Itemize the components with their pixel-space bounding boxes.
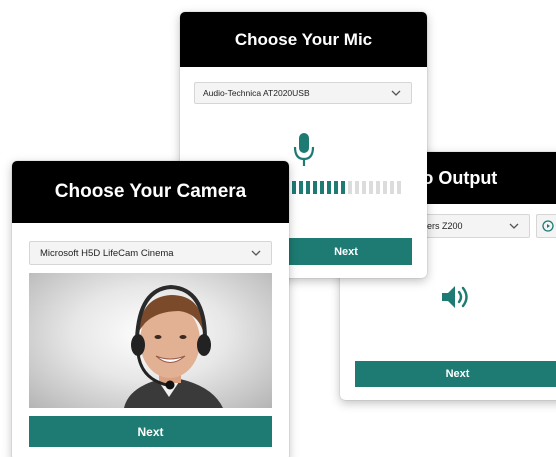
microphone-select-value: Audio-Technica AT2020USB — [203, 88, 310, 98]
chevron-down-icon — [509, 223, 519, 229]
mic-level-bar — [292, 181, 296, 194]
mic-card-title: Choose Your Mic — [180, 12, 427, 67]
mic-level-bar — [383, 181, 387, 194]
camera-card-title: Choose Your Camera — [12, 161, 289, 223]
mic-level-bar — [320, 181, 324, 194]
microphone-select[interactable]: Audio-Technica AT2020USB — [194, 82, 412, 104]
chevron-down-icon — [391, 90, 401, 96]
person-illustration — [124, 284, 223, 408]
audio-next-button[interactable]: Next — [355, 361, 556, 387]
mic-next-button[interactable]: Next — [280, 238, 412, 265]
mic-level-bar — [313, 181, 317, 194]
microphone-icon — [293, 133, 315, 166]
camera-select-value: Microsoft H5D LifeCam Cinema — [40, 247, 174, 259]
chevron-down-icon — [251, 250, 261, 256]
camera-card: Choose Your Camera Microsoft H5D LifeCam… — [12, 161, 289, 457]
mic-level-bar — [334, 181, 338, 194]
mic-level-bar — [376, 181, 380, 194]
mic-level-bar — [348, 181, 352, 194]
play-circle-icon — [542, 220, 554, 232]
mic-level-bar — [369, 181, 373, 194]
mic-level-bar — [341, 181, 345, 194]
mic-level-bar — [397, 181, 401, 194]
mic-level-bar — [327, 181, 331, 194]
mic-level-bar — [362, 181, 366, 194]
device-setup-stage: e Audio Output dia Speakers Z200 Next Ch… — [0, 0, 556, 457]
mic-level-bar — [299, 181, 303, 194]
webcam-preview-image — [29, 273, 272, 408]
camera-select[interactable]: Microsoft H5D LifeCam Cinema — [29, 241, 272, 265]
speaker-volume-icon — [442, 286, 468, 308]
mic-level-meter — [292, 181, 401, 194]
camera-next-button[interactable]: Next — [29, 416, 272, 447]
mic-level-bar — [390, 181, 394, 194]
mic-level-bar — [306, 181, 310, 194]
test-sound-button[interactable] — [536, 214, 556, 238]
mic-level-bar — [355, 181, 359, 194]
